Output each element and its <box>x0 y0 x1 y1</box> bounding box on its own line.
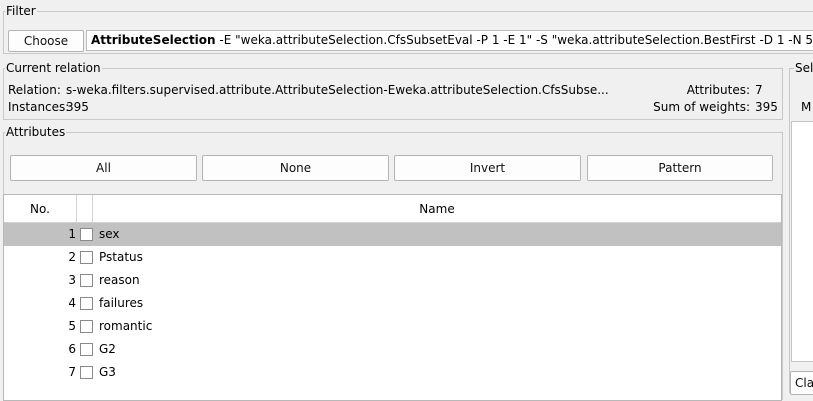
instances-label: Instances: <box>8 100 70 114</box>
table-row[interactable]: 6 G2 <box>4 338 781 361</box>
invert-selection-button[interactable]: Invert <box>394 155 581 181</box>
selected-attribute-legend: Sel <box>794 61 813 75</box>
filter-config-field[interactable]: AttributeSelection -E "weka.attributeSel… <box>86 30 813 51</box>
table-row[interactable]: 3 reason <box>4 269 781 292</box>
table-row[interactable]: 5 romantic <box>4 315 781 338</box>
table-header: No. Name <box>4 195 781 223</box>
selected-attribute-stats-area <box>791 121 813 362</box>
row-number: 5 <box>68 319 76 333</box>
selected-attribute-label: M <box>801 100 812 114</box>
choose-filter-button[interactable]: Choose <box>8 30 84 52</box>
table-row[interactable]: 4 failures <box>4 292 781 315</box>
relation-value: s-weka.filters.supervised.attribute.Attr… <box>66 83 609 97</box>
table-row[interactable]: 7 G3 <box>4 361 781 384</box>
attributes-legend: Attributes <box>5 125 67 139</box>
row-number: 4 <box>68 296 76 310</box>
row-number: 1 <box>68 227 76 241</box>
attribute-name: reason <box>99 273 140 287</box>
row-number: 7 <box>68 365 76 379</box>
column-header-name[interactable]: Name <box>93 195 781 223</box>
row-checkbox[interactable] <box>80 251 93 264</box>
attributes-count-value: 7 <box>755 83 763 97</box>
class-attribute-selector[interactable]: Cla <box>790 371 813 395</box>
row-checkbox[interactable] <box>80 343 93 356</box>
attribute-name: sex <box>99 227 120 241</box>
attributes-count-label: Attributes: <box>686 83 750 97</box>
row-checkbox[interactable] <box>80 228 93 241</box>
sum-of-weights-label: Sum of weights: <box>653 100 750 114</box>
attributes-table[interactable]: No. Name 1 sex 2 Pstatus 3 reason 4 fail… <box>3 194 782 401</box>
filter-legend: Filter <box>5 4 37 18</box>
row-number: 6 <box>68 342 76 356</box>
attribute-name: G3 <box>99 365 116 379</box>
row-number: 3 <box>68 273 76 287</box>
table-row[interactable]: 1 sex <box>4 223 781 246</box>
column-separator <box>76 195 77 223</box>
filter-name: AttributeSelection <box>91 33 216 47</box>
row-checkbox[interactable] <box>80 320 93 333</box>
attribute-name: romantic <box>99 319 153 333</box>
pattern-selection-button[interactable]: Pattern <box>587 155 773 181</box>
row-checkbox[interactable] <box>80 366 93 379</box>
attribute-name: Pstatus <box>99 250 143 264</box>
row-checkbox[interactable] <box>80 274 93 287</box>
sum-of-weights-value: 395 <box>755 100 778 114</box>
row-number: 2 <box>68 250 76 264</box>
attribute-name: failures <box>99 296 144 310</box>
instances-value: 395 <box>66 100 89 114</box>
relation-label: Relation: <box>8 83 61 97</box>
current-relation-legend: Current relation <box>5 61 102 75</box>
row-checkbox[interactable] <box>80 297 93 310</box>
select-none-button[interactable]: None <box>202 155 389 181</box>
column-header-no[interactable]: No. <box>4 195 76 223</box>
attribute-name: G2 <box>99 342 116 356</box>
filter-arguments: -E "weka.attributeSelection.CfsSubsetEva… <box>215 33 813 47</box>
select-all-button[interactable]: All <box>10 155 197 181</box>
table-row[interactable]: 2 Pstatus <box>4 246 781 269</box>
